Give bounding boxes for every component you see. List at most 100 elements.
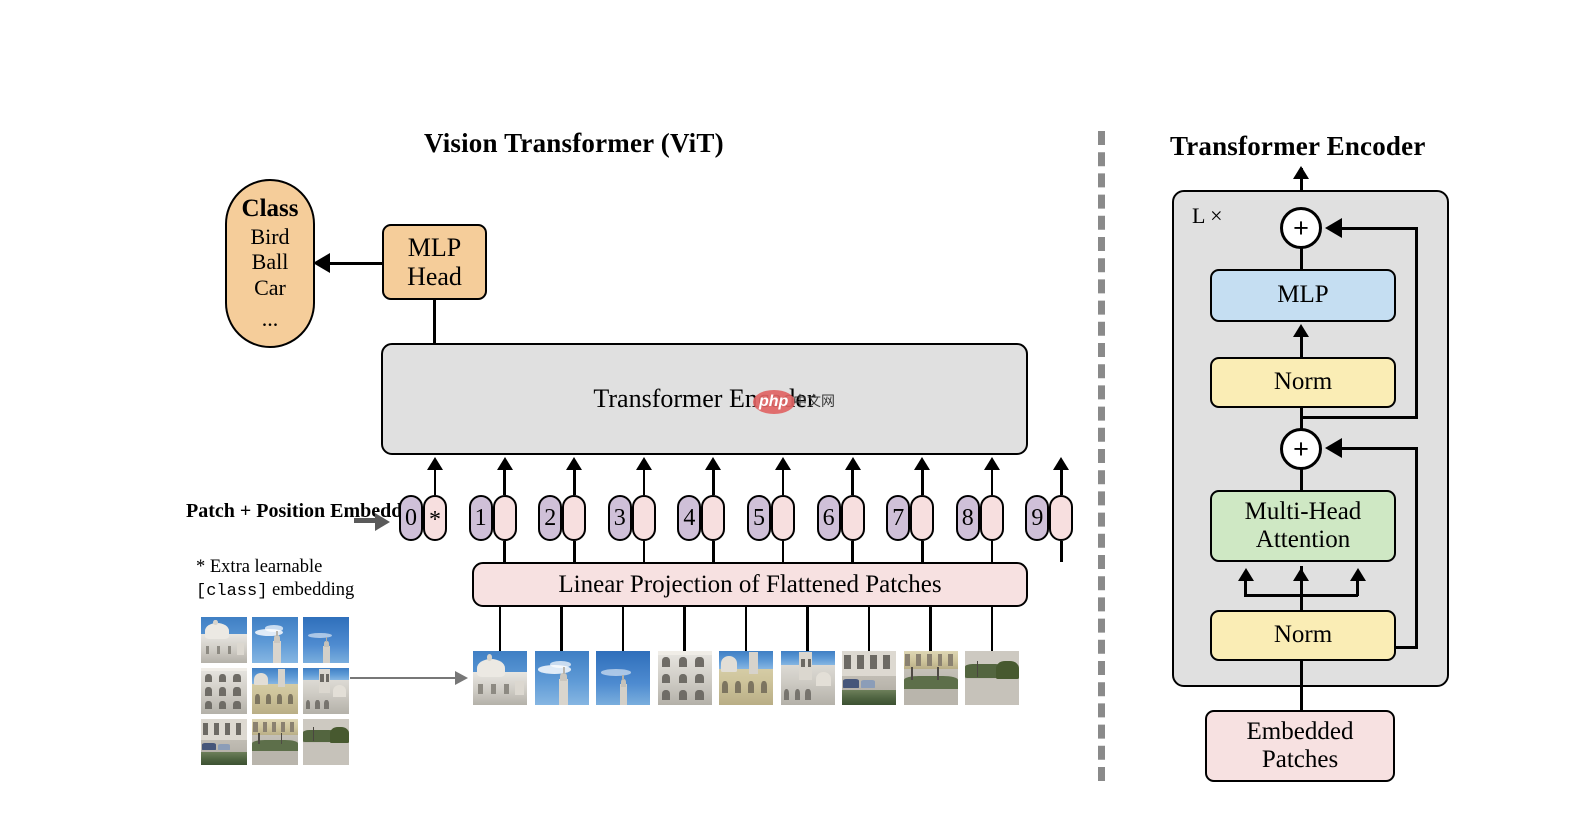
patch-detail	[333, 685, 347, 698]
encoder-norm-bottom-box: Norm	[1210, 610, 1396, 661]
flattened-patch-8-to-projection-line	[929, 607, 932, 651]
patch-detail	[313, 727, 315, 742]
source-image-patch-r1-c2	[252, 617, 298, 663]
patch-detail	[504, 684, 509, 695]
attention-input-center-arrowhead	[1293, 568, 1309, 581]
patch-detail	[816, 671, 832, 686]
flattened-patch-5	[719, 651, 773, 705]
patch-detail	[276, 693, 282, 704]
patch-detail	[695, 657, 704, 668]
encoder-attention-to-add-line	[1300, 468, 1303, 491]
encoder-norm-top-box: Norm	[1210, 357, 1396, 408]
encoder-output-arrowhead	[1293, 166, 1309, 179]
patch-detail	[217, 743, 230, 751]
flattened-patch-4	[657, 651, 712, 705]
patch-detail	[619, 684, 628, 705]
attention-input-right-arrowhead	[1350, 568, 1366, 581]
patch-detail	[491, 684, 496, 695]
patch-detail	[204, 687, 213, 696]
encoder-mlp-to-add-line	[1300, 248, 1303, 270]
encoder-mlp-box: MLP	[1210, 269, 1396, 322]
patch-detail	[274, 635, 280, 643]
patch-detail	[911, 667, 914, 681]
patch-detail	[748, 681, 755, 694]
patch-detail	[948, 654, 954, 667]
patch-detail	[305, 700, 311, 710]
source-image-patch-r1-c3	[303, 617, 349, 663]
patch-detail	[204, 623, 229, 640]
patch-detail	[805, 688, 811, 700]
patch-detail	[233, 687, 241, 696]
source-to-patches-arrow-line	[350, 677, 456, 679]
patch-detail	[937, 654, 943, 667]
patch-detail	[213, 722, 220, 735]
source-image-patch-r2-c3	[303, 668, 349, 714]
patch-detail	[201, 668, 247, 672]
patch-detail	[287, 693, 293, 704]
patch-detail	[227, 645, 232, 654]
patch-detail	[326, 674, 330, 682]
attention-input-left-arrowhead	[1238, 568, 1254, 581]
flattened-patch-1-to-projection-line	[498, 607, 502, 651]
encoder-add-bottom-symbol: +	[1293, 433, 1309, 464]
patch-detail	[478, 684, 483, 695]
encoder-attention-box: Multi-Head Attention	[1210, 490, 1396, 562]
encoder-norm-to-mlp-arrowhead	[1293, 324, 1309, 337]
patch-detail	[324, 640, 329, 648]
patch-detail	[204, 673, 213, 682]
patch-detail	[218, 673, 227, 682]
right-panel-title: Transformer Encoder	[1170, 131, 1426, 161]
patch-detail	[661, 689, 671, 700]
patch-detail	[721, 656, 738, 672]
flattened-patch-4-to-projection-line	[683, 607, 686, 651]
flattened-patch-6-to-projection-line	[806, 607, 809, 651]
source-image-patch-r3-c1	[201, 719, 247, 765]
patch-detail	[661, 673, 671, 684]
encoder-norm-top-to-add-line	[1300, 407, 1303, 429]
patch-detail	[224, 722, 231, 735]
patch-detail	[277, 668, 286, 688]
patch-detail	[622, 674, 625, 681]
patch-detail	[201, 752, 247, 765]
patch-detail	[903, 688, 958, 705]
patch-detail	[883, 655, 890, 670]
source-image-patch-r1-c1	[201, 617, 247, 663]
source-image-patch-r3-c3	[303, 719, 349, 765]
encoder-residual-top-horizontal	[1340, 227, 1418, 230]
patch-detail	[844, 655, 851, 670]
patch-detail	[601, 669, 631, 676]
patch-detail	[253, 672, 268, 686]
flattened-patch-5-to-projection-line	[744, 607, 748, 651]
embedded-patches-label-line1: Embedded	[1246, 717, 1354, 745]
patch-detail	[204, 701, 213, 710]
patch-detail	[965, 679, 1019, 705]
patch-detail	[735, 681, 742, 694]
patch-detail	[801, 658, 805, 668]
patch-detail	[216, 645, 221, 654]
patch-detail	[233, 673, 241, 682]
patch-detail	[264, 625, 284, 632]
patch-detail	[325, 637, 327, 642]
flattened-patch-7	[842, 651, 896, 705]
encoder-norm-top-label: Norm	[1273, 368, 1333, 396]
patch-detail	[807, 658, 812, 668]
embedded-patches-box: Embedded Patches	[1205, 710, 1395, 782]
flattened-patch-9-to-projection-line	[990, 607, 994, 651]
patch-detail	[253, 721, 258, 732]
encoder-residual-bottom-horizontal	[1340, 447, 1418, 450]
patch-detail	[290, 721, 295, 732]
patch-detail	[678, 673, 688, 684]
patch-detail	[936, 667, 940, 681]
patch-detail	[280, 721, 286, 732]
patch-detail	[842, 689, 896, 705]
patch-detail	[254, 693, 260, 704]
flattened-patch-1	[473, 651, 527, 705]
patch-detail	[262, 721, 267, 732]
patch-detail	[236, 642, 245, 655]
encoder-residual-top-tap	[1300, 416, 1418, 419]
patch-detail	[258, 732, 261, 744]
patch-detail	[678, 657, 688, 668]
flattened-patch-6	[780, 651, 835, 705]
encoder-add-top: +	[1280, 207, 1322, 249]
patch-detail	[202, 722, 209, 735]
